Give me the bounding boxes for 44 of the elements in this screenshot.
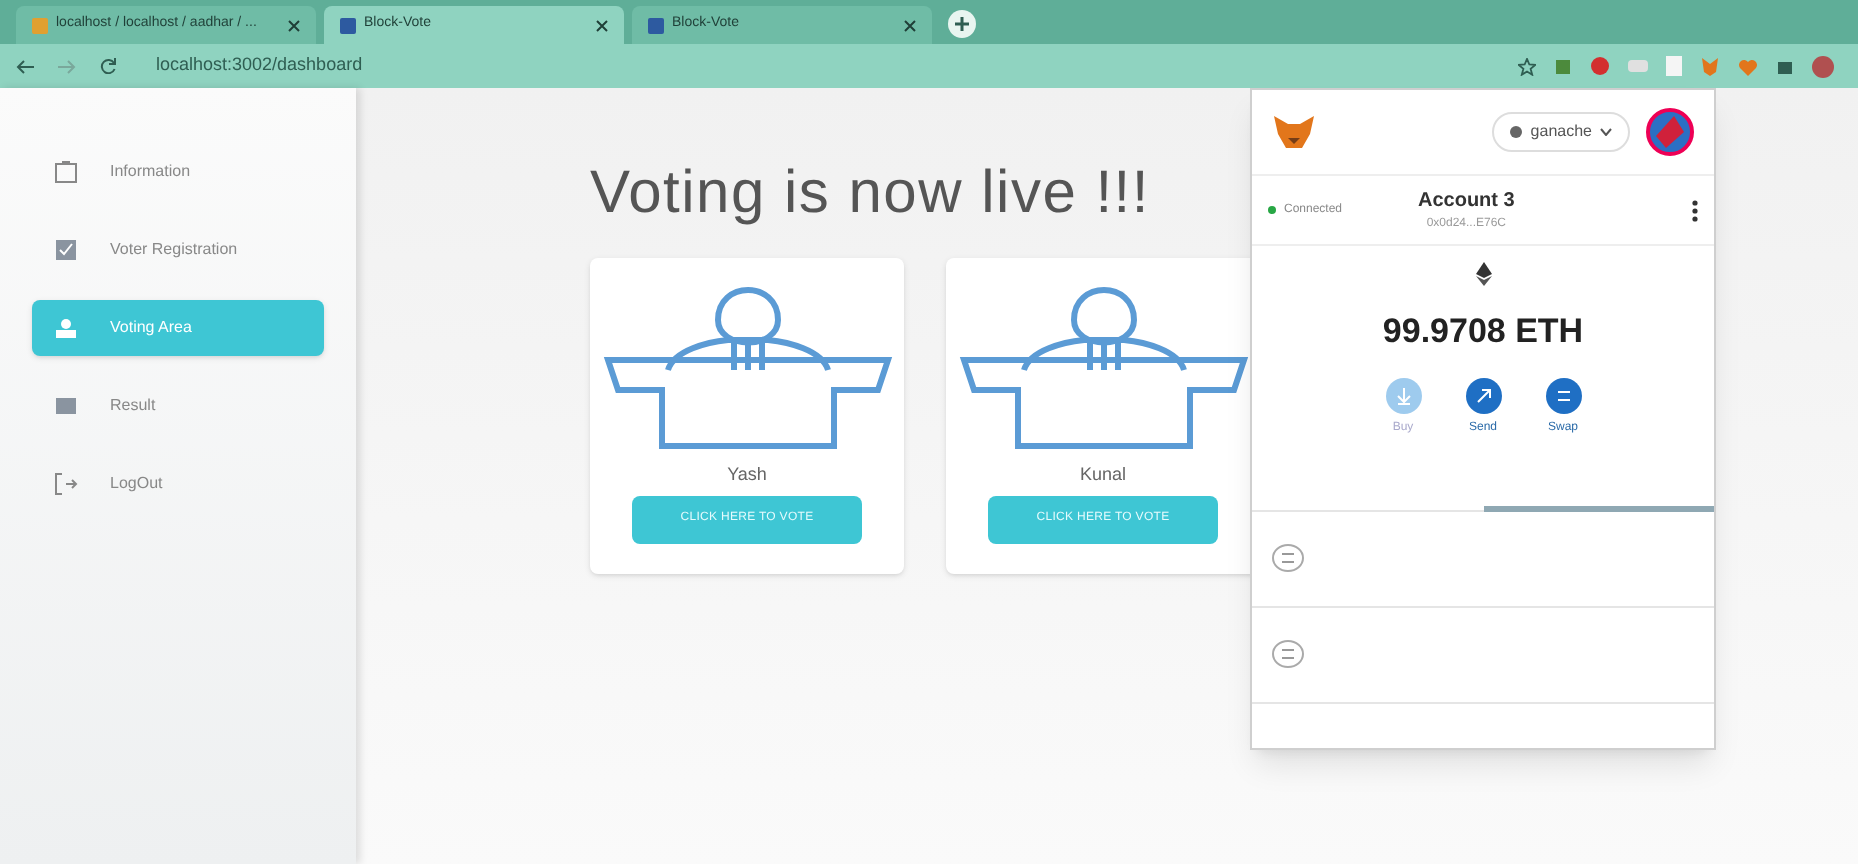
page-heading: Voting is now live !!! — [590, 158, 1150, 230]
account-name[interactable]: Account 3 — [1418, 186, 1515, 216]
close-icon[interactable] — [596, 19, 608, 31]
sidebar-item[interactable]: Voter Registration — [32, 222, 324, 278]
page-icon — [32, 17, 48, 33]
network-selector[interactable]: ganache — [1492, 112, 1630, 152]
status-dot — [1268, 206, 1276, 214]
page-icon — [340, 17, 356, 33]
checkbox-icon — [54, 238, 78, 262]
more-icon[interactable] — [1692, 199, 1698, 221]
sidebar-item[interactable]: LogOut — [32, 456, 324, 512]
sidebar-item[interactable]: Information — [32, 144, 324, 200]
candidate-name: Kunal — [1079, 462, 1127, 488]
profile-icon[interactable] — [1812, 55, 1834, 77]
ethereum-icon — [1475, 262, 1491, 286]
back-icon[interactable] — [16, 59, 34, 73]
fox-icon — [1272, 114, 1316, 150]
action-button[interactable] — [1465, 377, 1501, 413]
address-field[interactable]: localhost:3002/dashboard — [140, 52, 379, 80]
reload-icon[interactable] — [100, 58, 116, 74]
star-icon[interactable] — [1518, 57, 1536, 75]
new-tab-icon[interactable] — [948, 10, 976, 38]
heart-icon[interactable] — [1738, 57, 1758, 75]
close-icon[interactable] — [904, 19, 916, 31]
sidebar-item[interactable]: Voting Area — [32, 300, 324, 356]
voting-icon — [54, 316, 78, 340]
caret-icon — [1600, 128, 1612, 136]
chart-icon — [54, 394, 78, 418]
forward-icon[interactable] — [58, 59, 76, 73]
logout-icon — [54, 472, 78, 496]
transaction-icon — [1272, 640, 1304, 668]
sidebar-item[interactable]: Result — [32, 378, 324, 434]
close-icon[interactable] — [288, 19, 300, 31]
transaction-icon — [1272, 544, 1304, 572]
fox-icon[interactable] — [1700, 56, 1720, 76]
account-avatar[interactable] — [1646, 108, 1694, 156]
clipboard-icon — [54, 160, 78, 184]
balance: 99.9708 ETH — [1382, 310, 1584, 354]
network-name: ganache — [1530, 120, 1592, 144]
candidate-name: Yash — [727, 462, 767, 488]
puzzle-icon[interactable] — [1776, 57, 1794, 75]
tab-indicator[interactable] — [1483, 505, 1714, 511]
page-icon — [648, 17, 664, 33]
action-button[interactable] — [1545, 377, 1581, 413]
